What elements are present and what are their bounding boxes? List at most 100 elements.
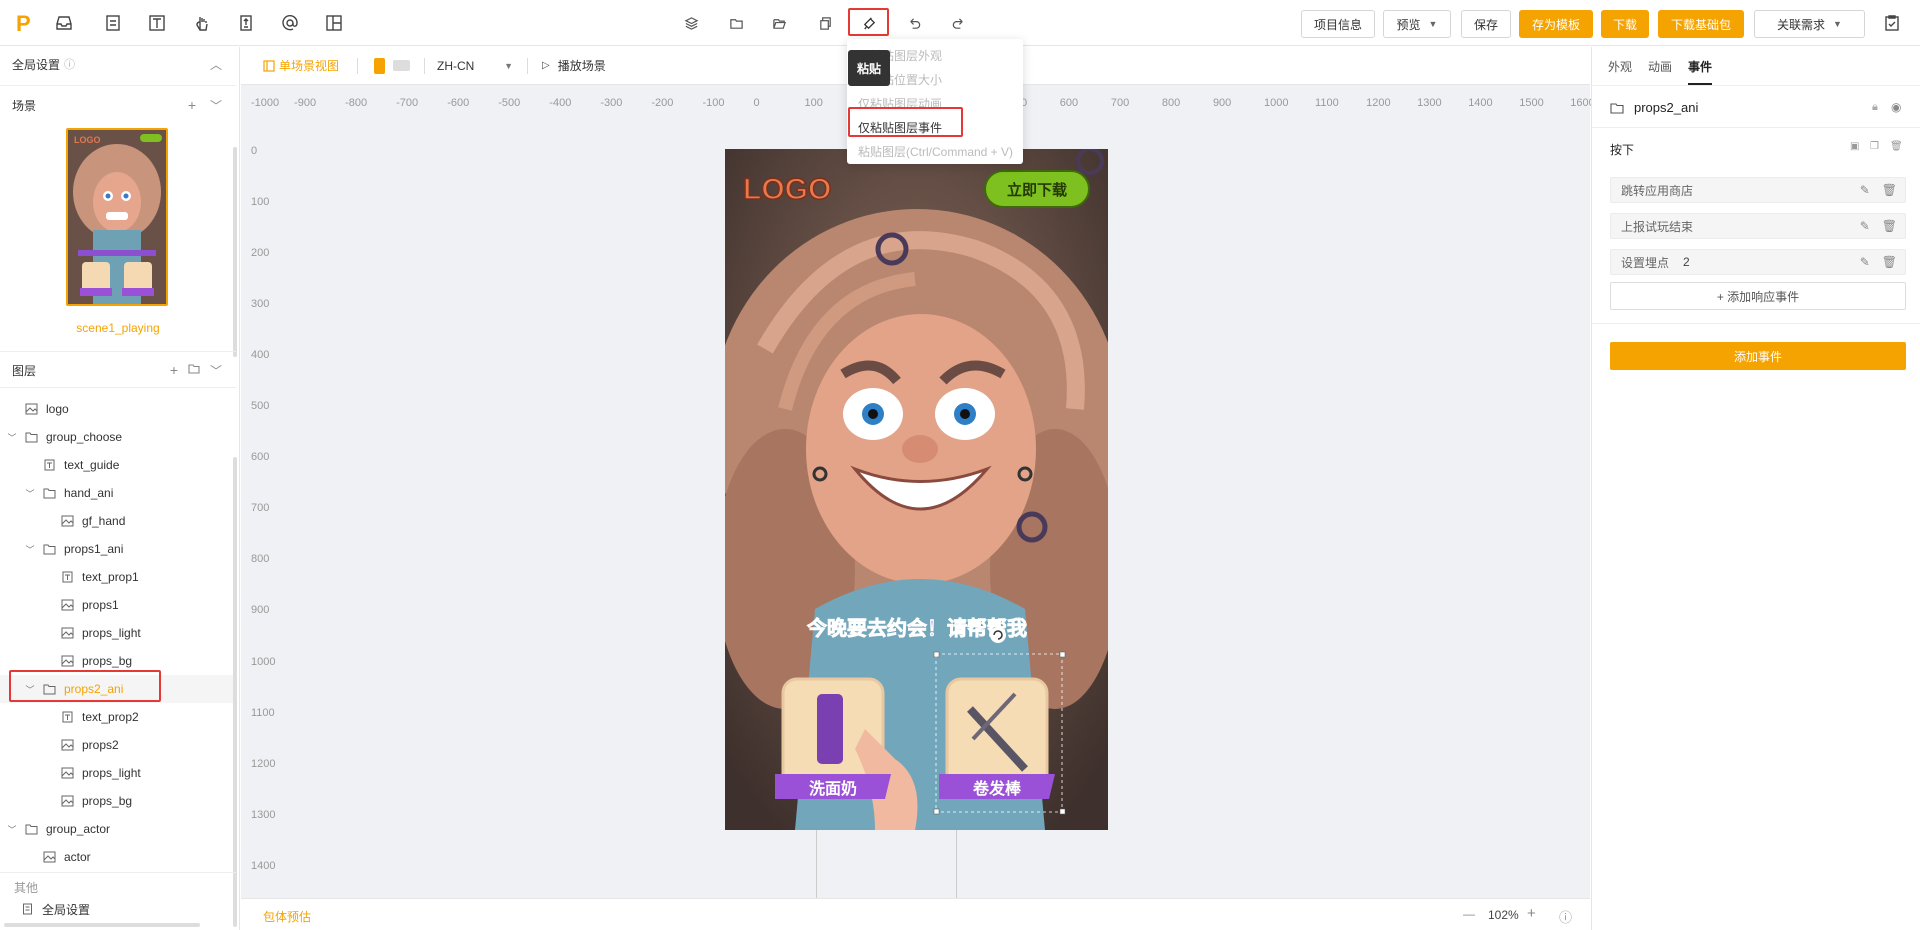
chevron-down-icon[interactable]: ﹀ — [210, 97, 222, 114]
package-estimate-link[interactable]: 包体预估 — [263, 908, 311, 925]
chevron-down-icon[interactable]: ﹀ — [6, 431, 18, 444]
global-settings-item[interactable]: 全局设置 — [0, 895, 236, 923]
scene-thumbnail[interactable]: LOGO — [66, 128, 168, 306]
edit-icon[interactable]: ✎ — [1860, 255, 1870, 269]
play-scene-button[interactable]: ▷ 播放场景 — [542, 57, 606, 74]
delete-icon[interactable]: 🗑︎ — [1882, 255, 1897, 269]
scenes-scrollbar[interactable] — [233, 147, 237, 357]
layer-label: text_guide — [64, 458, 120, 472]
single-scene-view-toggle[interactable]: 单场景视图 — [263, 57, 339, 74]
lock-icon[interactable]: 🔒︎ — [1872, 101, 1878, 114]
preview-dropdown[interactable]: 预览 ▼ — [1383, 10, 1451, 38]
layer-item[interactable]: text_prop2 — [0, 703, 236, 731]
delete-icon[interactable]: 🗑︎ — [1890, 141, 1903, 152]
tab-animation[interactable]: 动画 — [1648, 47, 1672, 85]
upload-doc-icon[interactable] — [235, 12, 257, 34]
chevron-up-icon[interactable]: ︿ — [210, 56, 222, 73]
folder-open-icon[interactable] — [769, 13, 789, 33]
layer-label: props2 — [82, 738, 119, 752]
event-row[interactable]: 上报试玩结束 ✎ 🗑︎ — [1610, 213, 1906, 239]
layer-item[interactable]: props_light — [0, 759, 236, 787]
zoom-out-icon[interactable]: — — [1463, 907, 1475, 921]
delete-icon[interactable]: 🗑︎ — [1882, 219, 1897, 233]
event-row[interactable]: 跳转应用商店 ✎ 🗑︎ — [1610, 177, 1906, 203]
download-button[interactable]: 下载 — [1601, 10, 1649, 38]
copy-icon[interactable]: ❐ — [1870, 141, 1879, 152]
chevron-down-icon: ▼ — [504, 60, 514, 71]
copy-icon[interactable] — [815, 13, 835, 33]
eye-icon[interactable]: ◉ — [1891, 100, 1901, 114]
chevron-down-icon[interactable]: ﹀ — [24, 487, 36, 500]
zoom-in-icon[interactable]: + — [1527, 905, 1536, 922]
add-event-button[interactable]: 添加事件 — [1610, 342, 1906, 370]
ruler-x-tick: 600 — [1059, 97, 1079, 109]
ad-download-button: 立即下载 — [1007, 181, 1067, 199]
new-folder-icon[interactable] — [188, 363, 200, 377]
list-icon[interactable] — [102, 12, 124, 34]
layer-label: group_actor — [46, 822, 111, 836]
delete-icon[interactable]: 🗑︎ — [1882, 183, 1897, 197]
tab-appearance[interactable]: 外观 — [1608, 47, 1632, 85]
image-icon — [60, 739, 74, 751]
chevron-down-icon[interactable]: ﹀ — [210, 362, 222, 379]
ruler-x-tick: 700 — [1110, 97, 1130, 109]
add-scene-icon[interactable]: + — [188, 97, 196, 113]
clipboard-check-icon[interactable] — [1881, 12, 1903, 34]
ruler-y-tick: 900 — [251, 604, 270, 617]
help-icon[interactable]: ⓘ — [1559, 907, 1572, 926]
layer-item[interactable]: text_prop1 — [0, 563, 236, 591]
chevron-down-icon[interactable]: ﹀ — [6, 823, 18, 836]
layer-item[interactable]: props_light — [0, 619, 236, 647]
layer-item[interactable]: logo — [0, 395, 236, 423]
layers-icon[interactable] — [681, 13, 701, 33]
ad-preview-canvas[interactable]: LOGO 立即下载 今晚要去约会！请帮帮我 洗面奶 卷发棒 — [725, 149, 1108, 830]
ruler-y-tick: 800 — [251, 553, 270, 566]
help-icon[interactable]: ⓘ — [64, 56, 75, 72]
portrait-orientation-button[interactable] — [374, 57, 386, 74]
edit-icon[interactable]: ✎ — [1860, 219, 1870, 233]
layers-scrollbar[interactable] — [233, 457, 237, 927]
layer-label: props1 — [82, 598, 119, 612]
save-template-button[interactable]: 存为模板 — [1519, 10, 1593, 38]
collapse-icon[interactable]: ▣ — [1850, 141, 1859, 152]
scene-name[interactable]: scene1_playing — [0, 321, 236, 335]
layer-item[interactable]: gf_hand — [0, 507, 236, 535]
event-label: 跳转应用商店 — [1621, 183, 1694, 198]
layout-icon[interactable] — [323, 12, 345, 34]
redo-icon[interactable] — [948, 13, 968, 33]
inbox-icon[interactable] — [53, 12, 75, 34]
layer-item[interactable]: ﹀ props1_ani — [0, 535, 236, 563]
edit-icon[interactable]: ✎ — [1860, 183, 1870, 197]
add-layer-icon[interactable]: + — [170, 362, 178, 378]
layer-item[interactable]: text_guide — [0, 451, 236, 479]
project-info-button[interactable]: 项目信息 — [1301, 10, 1375, 38]
tab-events[interactable]: 事件 — [1688, 47, 1713, 85]
text-tool-icon[interactable] — [146, 12, 168, 34]
at-icon[interactable] — [279, 12, 301, 34]
paste-menu-item[interactable]: 粘贴图层(Ctrl/Command + V) — [858, 143, 1013, 160]
layer-item[interactable]: actor — [0, 843, 236, 871]
ruler-y-tick: 700 — [251, 502, 270, 515]
related-req-dropdown[interactable]: 关联需求 ▼ — [1754, 10, 1865, 38]
layer-item[interactable]: ﹀ group_choose — [0, 423, 236, 451]
layer-label: gf_hand — [82, 514, 126, 528]
folder-icon[interactable] — [726, 13, 746, 33]
hand-icon[interactable] — [191, 12, 213, 34]
event-row[interactable]: 设置埋点 2 ✎ 🗑︎ — [1610, 249, 1906, 275]
layer-item[interactable]: ﹀ group_actor — [0, 815, 236, 843]
save-button[interactable]: 保存 — [1461, 10, 1511, 38]
chevron-down-icon[interactable]: ﹀ — [24, 543, 36, 556]
paste-icon[interactable] — [859, 13, 879, 33]
horizontal-scrollbar[interactable] — [4, 923, 200, 927]
undo-icon[interactable] — [904, 13, 924, 33]
download-base-button[interactable]: 下载基础包 — [1658, 10, 1744, 38]
landscape-orientation-button[interactable] — [393, 60, 411, 71]
layer-item[interactable]: props_bg — [0, 787, 236, 815]
ruler-x-tick: 0 — [753, 97, 760, 109]
language-select[interactable]: ZH-CN ▼ — [437, 59, 513, 73]
add-response-button[interactable]: + 添加响应事件 — [1610, 282, 1906, 310]
layer-item[interactable]: props1 — [0, 591, 236, 619]
layer-item[interactable]: props2 — [0, 731, 236, 759]
ruler-x-tick: -700 — [396, 97, 419, 109]
layer-item[interactable]: ﹀ hand_ani — [0, 479, 236, 507]
